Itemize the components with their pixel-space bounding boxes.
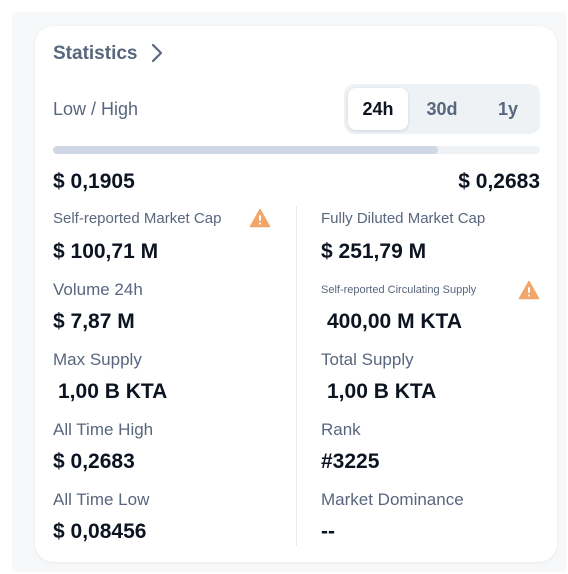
- market-cap-value: $ 100,71 M: [53, 240, 159, 263]
- market-dominance-label: Market Dominance: [321, 490, 464, 509]
- all-time-high-label: All Time High: [53, 420, 154, 439]
- fully-diluted-market-cap-value: $ 251,79 M: [321, 240, 427, 263]
- total-supply-label: Total Supply: [321, 350, 414, 369]
- all-time-low-value: $ 0,08456: [53, 520, 147, 543]
- volume-24h-value: $ 7,87 M: [53, 310, 135, 333]
- circulating-supply-value: 400,00 M KTA: [327, 310, 462, 333]
- column-divider: [296, 206, 297, 546]
- tab-24h[interactable]: 24h: [348, 88, 408, 130]
- low-price: $ 0,1905: [53, 170, 135, 193]
- range-bar-fill: [53, 146, 438, 154]
- warning-triangle-icon[interactable]: [249, 208, 271, 228]
- fully-diluted-market-cap-label: Fully Diluted Market Cap: [321, 210, 486, 227]
- low-high-label: Low / High: [53, 99, 139, 119]
- statistics-title[interactable]: Statistics: [53, 43, 137, 65]
- period-selector: 24h 30d 1y: [344, 84, 540, 134]
- all-time-high-value: $ 0,2683: [53, 450, 135, 473]
- low-high-range-bar: [53, 146, 540, 154]
- market-dominance-value: --: [321, 520, 335, 543]
- rank-value: #3225: [321, 450, 380, 473]
- circulating-supply-label: Self-reported Circulating Supply: [321, 284, 477, 296]
- all-time-low-label: All Time Low: [53, 490, 150, 509]
- market-cap-label: Self-reported Market Cap: [53, 210, 222, 227]
- max-supply-value: 1,00 B KTA: [58, 380, 168, 403]
- max-supply-label: Max Supply: [53, 350, 142, 369]
- tab-1y[interactable]: 1y: [480, 88, 536, 130]
- tab-30d[interactable]: 30d: [412, 88, 472, 130]
- rank-label: Rank: [321, 420, 361, 439]
- chevron-right-icon[interactable]: [147, 41, 167, 65]
- high-price: $ 0,2683: [458, 170, 540, 193]
- total-supply-value: 1,00 B KTA: [327, 380, 437, 403]
- warning-triangle-icon[interactable]: [518, 280, 540, 300]
- volume-24h-label: Volume 24h: [53, 280, 143, 299]
